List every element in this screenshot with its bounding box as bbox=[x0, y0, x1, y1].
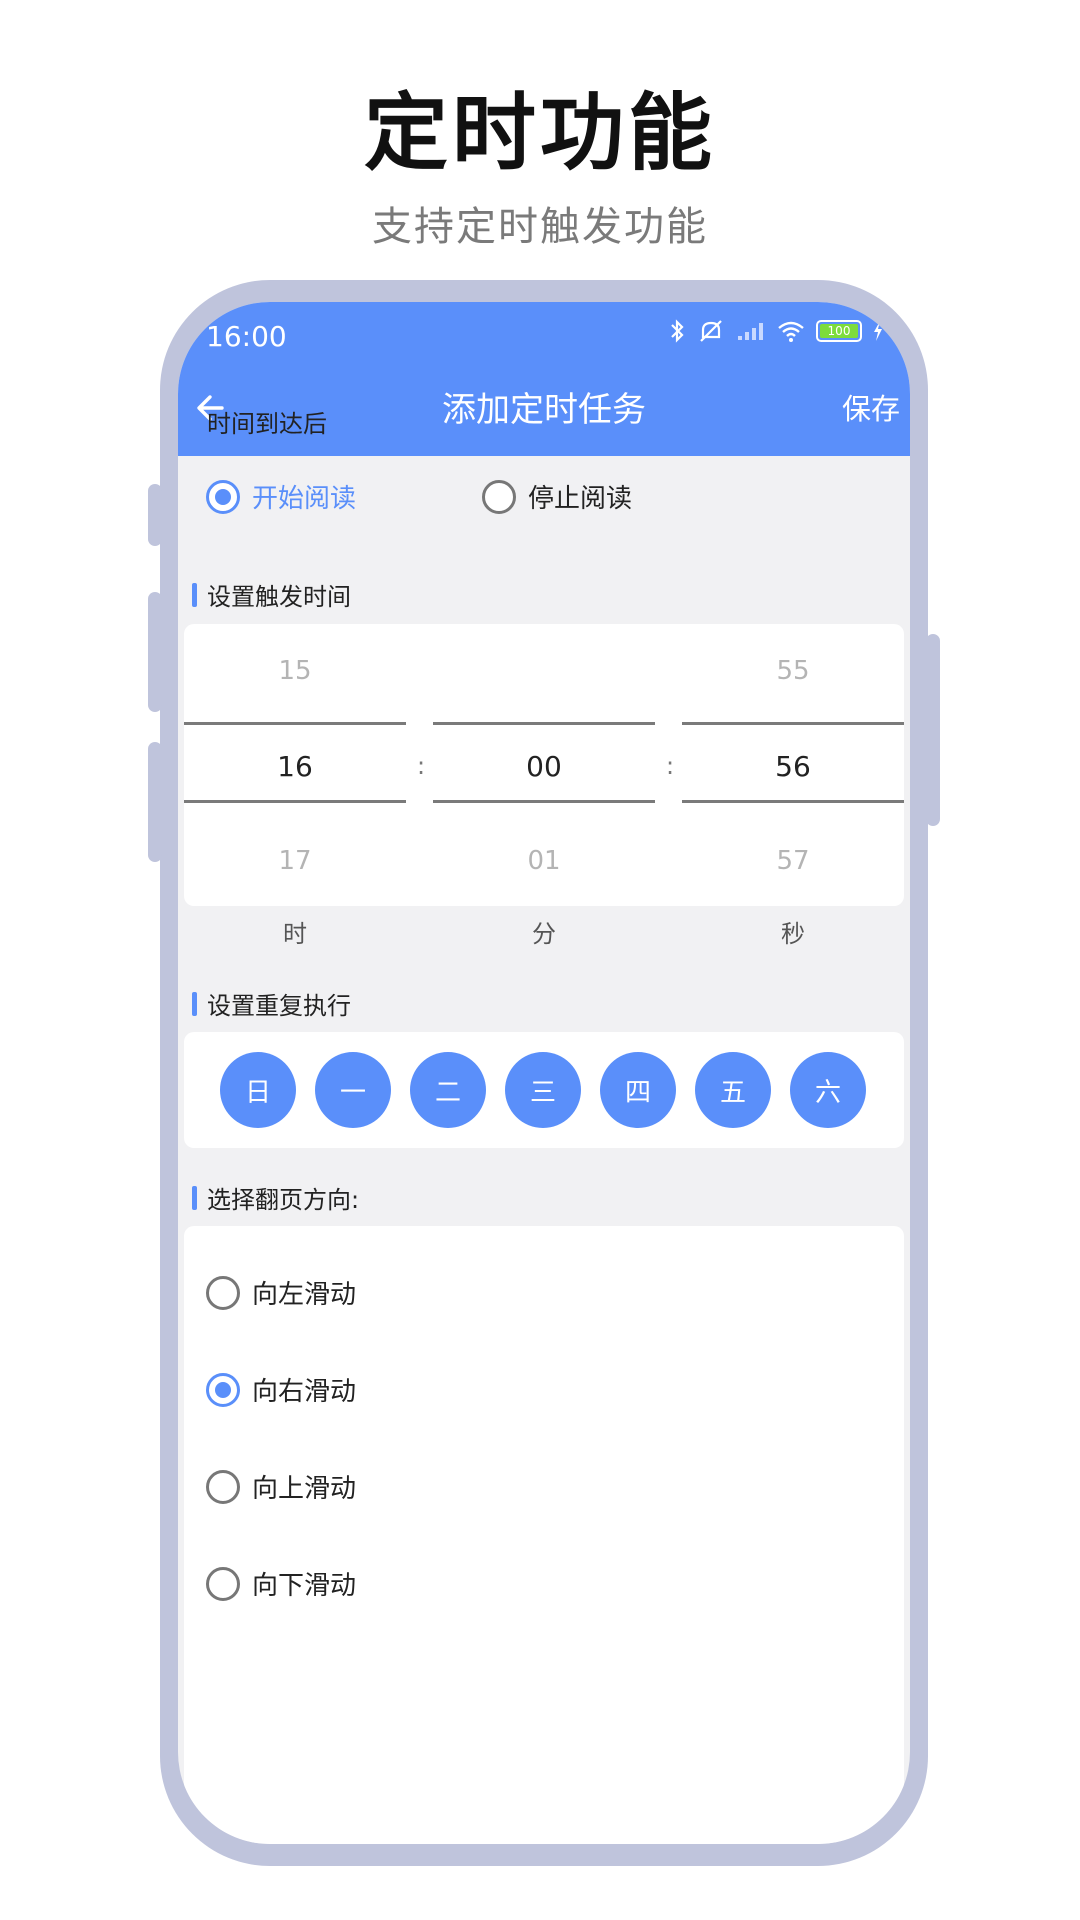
picker-divider bbox=[184, 722, 406, 725]
radio-button[interactable] bbox=[206, 1275, 240, 1310]
weekday-mon[interactable]: 一 bbox=[315, 1052, 391, 1128]
section-title-label: 设置重复执行 bbox=[207, 992, 351, 1020]
weekday-fri[interactable]: 五 bbox=[695, 1052, 771, 1128]
picker-divider bbox=[682, 800, 904, 803]
direction-card: 向左滑动 向右滑动 向上滑动 向下滑动 bbox=[184, 1226, 904, 1844]
section-marker bbox=[192, 991, 197, 1016]
picker-value: 55 bbox=[776, 656, 810, 686]
section-title-repeat: 设置重复执行 bbox=[192, 986, 351, 1021]
charging-icon bbox=[872, 320, 884, 342]
phone-side-button bbox=[148, 592, 162, 712]
radio-button[interactable] bbox=[482, 479, 516, 514]
radio-swipe-down[interactable]: 向下滑动 bbox=[206, 1565, 356, 1602]
picker-divider bbox=[682, 722, 904, 725]
radio-button-checked[interactable] bbox=[206, 479, 240, 514]
radio-label: 向左滑动 bbox=[252, 1280, 357, 1310]
signal-icon bbox=[736, 320, 766, 342]
section-title-after: 时间到达后 bbox=[192, 404, 327, 439]
weekday-sun[interactable]: 日 bbox=[220, 1052, 296, 1128]
unit-minute: 分 bbox=[532, 920, 556, 948]
phone-side-button bbox=[148, 484, 162, 546]
weekday-card: 日 一 二 三 四 五 六 bbox=[184, 1032, 904, 1148]
radio-swipe-up[interactable]: 向上滑动 bbox=[206, 1468, 356, 1505]
section-marker bbox=[192, 582, 197, 607]
minute-picker[interactable]: 00 01 bbox=[433, 624, 655, 906]
radio-button[interactable] bbox=[206, 1566, 240, 1601]
unit-second: 秒 bbox=[781, 920, 805, 948]
radio-label: 开始阅读 bbox=[252, 484, 357, 514]
radio-start-reading[interactable]: 开始阅读 bbox=[206, 478, 356, 515]
time-picker-card: 15 16 17 : 00 01 : 55 56 57 bbox=[184, 624, 904, 906]
weekday-sat[interactable]: 六 bbox=[790, 1052, 866, 1128]
radio-label: 停止阅读 bbox=[528, 484, 633, 514]
phone-side-button bbox=[148, 742, 162, 862]
section-title-direction: 选择翻页方向: bbox=[192, 1180, 359, 1215]
radio-swipe-left[interactable]: 向左滑动 bbox=[206, 1274, 356, 1311]
promo-title: 定时功能 bbox=[363, 84, 716, 182]
radio-label: 向上滑动 bbox=[252, 1474, 357, 1504]
picker-value-selected: 00 bbox=[526, 750, 562, 783]
time-separator: : bbox=[417, 752, 426, 780]
weekday-thu[interactable]: 四 bbox=[600, 1052, 676, 1128]
picker-value: 01 bbox=[527, 846, 561, 876]
wifi-icon bbox=[776, 319, 806, 343]
unit-hour: 时 bbox=[283, 920, 307, 948]
radio-swipe-right[interactable]: 向右滑动 bbox=[206, 1371, 356, 1408]
picker-value-selected: 16 bbox=[277, 750, 313, 783]
bluetooth-icon bbox=[668, 318, 686, 344]
promo-subtitle: 支持定时触发功能 bbox=[372, 204, 708, 250]
time-separator: : bbox=[666, 752, 675, 780]
second-picker[interactable]: 55 56 57 bbox=[682, 624, 904, 906]
radio-label: 向右滑动 bbox=[252, 1377, 357, 1407]
mute-icon bbox=[696, 318, 726, 344]
picker-value-selected: 56 bbox=[775, 750, 811, 783]
radio-stop-reading[interactable]: 停止阅读 bbox=[482, 478, 632, 515]
section-marker bbox=[192, 1185, 197, 1210]
save-button[interactable]: 保存 bbox=[842, 386, 900, 428]
picker-value: 15 bbox=[278, 656, 312, 686]
radio-button-checked[interactable] bbox=[206, 1372, 240, 1407]
phone-screen: 16:00 100 添加定时任务 保存 时间到达后 开始阅读 停止阅读 设置触发… bbox=[178, 302, 910, 1844]
battery-level: 100 bbox=[820, 324, 858, 338]
picker-divider bbox=[433, 800, 655, 803]
picker-value: 17 bbox=[278, 846, 312, 876]
weekday-tue[interactable]: 二 bbox=[410, 1052, 486, 1128]
picker-value: 57 bbox=[776, 846, 810, 876]
hour-picker[interactable]: 15 16 17 bbox=[184, 624, 406, 906]
weekday-wed[interactable]: 三 bbox=[505, 1052, 581, 1128]
picker-divider bbox=[433, 722, 655, 725]
radio-label: 向下滑动 bbox=[252, 1571, 357, 1601]
section-title-time: 设置触发时间 bbox=[192, 577, 351, 612]
section-title-label: 设置触发时间 bbox=[207, 583, 351, 611]
section-title-label: 选择翻页方向: bbox=[207, 1186, 360, 1214]
section-title-label: 时间到达后 bbox=[207, 410, 327, 438]
phone-side-button bbox=[926, 634, 940, 826]
section-marker bbox=[192, 409, 197, 434]
status-icons: 100 bbox=[668, 318, 884, 344]
radio-button[interactable] bbox=[206, 1469, 240, 1504]
battery-icon: 100 bbox=[816, 320, 862, 342]
picker-divider bbox=[184, 800, 406, 803]
status-time: 16:00 bbox=[206, 320, 287, 353]
